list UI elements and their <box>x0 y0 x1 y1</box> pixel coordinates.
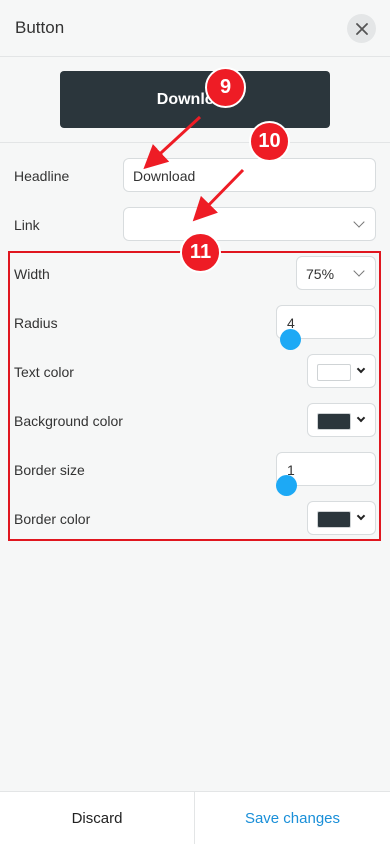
save-changes-button[interactable]: Save changes <box>195 792 390 844</box>
headline-value: Download <box>133 168 196 184</box>
preview-button: Download <box>60 71 330 128</box>
annotation-badge-9: 9 <box>205 67 246 108</box>
close-icon <box>355 22 368 35</box>
annotation-badge-10: 10 <box>249 121 290 162</box>
annotation-badge-11: 11 <box>180 232 221 273</box>
discard-button[interactable]: Discard <box>0 792 194 844</box>
headline-input[interactable]: Download <box>123 158 376 192</box>
headline-label: Headline <box>14 168 70 184</box>
button-preview-area: Download <box>0 57 390 143</box>
settings-highlight-box <box>8 251 381 541</box>
panel-title: Button <box>15 18 65 37</box>
link-select[interactable] <box>123 207 376 241</box>
chevron-down-icon <box>353 216 365 228</box>
panel-header: Button <box>0 0 390 57</box>
panel-footer: Discard Save changes <box>0 791 390 844</box>
link-label: Link <box>14 217 40 233</box>
close-button[interactable] <box>347 14 376 43</box>
